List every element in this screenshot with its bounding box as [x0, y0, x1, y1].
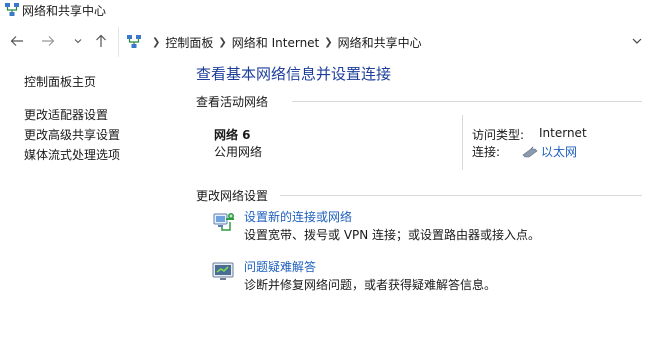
section-divider [292, 101, 642, 102]
sidebar-item-control-panel-home[interactable]: 控制面板主页 [24, 72, 184, 92]
chevron-down-icon[interactable] [631, 35, 643, 47]
back-button[interactable] [6, 30, 28, 52]
ethernet-link-text[interactable]: 以太网 [541, 143, 577, 160]
sidebar-item-advanced-sharing[interactable]: 更改高级共享设置 [24, 125, 184, 145]
access-type-value: Internet [539, 126, 587, 140]
arrow-left-icon [10, 36, 23, 46]
network-center-icon [5, 3, 19, 16]
up-button[interactable] [90, 30, 112, 52]
section-divider [280, 195, 642, 196]
navigation-bar: ❯ 控制面板 ❯ 网络和 Internet ❯ 网络和共享中心 [0, 22, 650, 62]
arrow-up-icon [96, 34, 106, 47]
connection-label: 连接: [472, 145, 501, 159]
breadcrumb-separator[interactable]: ❯ [218, 37, 226, 48]
breadcrumb-separator[interactable]: ❯ [324, 37, 332, 48]
sidebar: 控制面板主页 更改适配器设置 更改高级共享设置 媒体流式处理选项 [24, 72, 184, 165]
arrow-right-icon [42, 36, 55, 46]
new-connection-icon [213, 213, 234, 231]
sidebar-item-adapter-settings[interactable]: 更改适配器设置 [24, 105, 184, 125]
breadcrumb-item-network-center[interactable]: 网络和共享中心 [338, 34, 422, 51]
network-type: 公用网络 [214, 145, 263, 159]
chevron-down-icon [74, 39, 82, 44]
network-center-icon [127, 35, 141, 48]
window-title: 网络和共享中心 [22, 4, 107, 18]
page-title: 查看基本网络信息并设置连接 [196, 65, 392, 83]
ethernet-connection-link[interactable]: 以太网 [522, 143, 577, 160]
title-bar: 网络和共享中心 [0, 0, 650, 20]
sidebar-item-media-streaming[interactable]: 媒体流式处理选项 [24, 145, 184, 165]
breadcrumb: ❯ 控制面板 ❯ 网络和 Internet ❯ 网络和共享中心 [147, 34, 422, 51]
vertical-divider [462, 115, 463, 170]
setup-connection-description: 设置宽带、拨号或 VPN 连接；或设置路由器或接入点。 [244, 228, 541, 242]
troubleshoot-link[interactable]: 问题疑难解答 [244, 258, 316, 275]
recent-locations-button[interactable] [67, 30, 89, 52]
address-bar[interactable]: ❯ 控制面板 ❯ 网络和 Internet ❯ 网络和共享中心 [118, 27, 650, 57]
ethernet-icon [522, 146, 538, 157]
active-networks-heading: 查看活动网络 [196, 95, 269, 109]
troubleshoot-icon [212, 262, 234, 280]
breadcrumb-item-control-panel[interactable]: 控制面板 [165, 34, 213, 51]
breadcrumb-item-network-internet[interactable]: 网络和 Internet [232, 34, 319, 51]
breadcrumb-separator[interactable]: ❯ [152, 37, 160, 48]
change-settings-heading: 更改网络设置 [196, 189, 269, 203]
troubleshoot-description: 诊断并修复网络问题，或者获得疑难解答信息。 [244, 278, 497, 292]
network-name: 网络 6 [214, 128, 251, 142]
forward-button[interactable] [37, 30, 59, 52]
access-type-label: 访问类型: [472, 128, 525, 142]
setup-connection-link[interactable]: 设置新的连接或网络 [244, 208, 352, 225]
